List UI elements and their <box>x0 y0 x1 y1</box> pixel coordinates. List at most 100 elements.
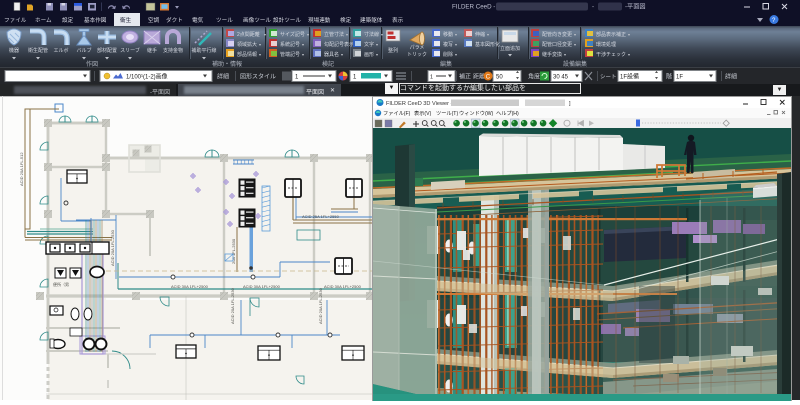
svg-text:20A 1FL-2530: 20A 1FL-2530 <box>231 238 236 264</box>
svg-text:基本作図: 基本作図 <box>84 16 107 24</box>
svg-text:▾: ▾ <box>341 52 343 57</box>
svg-text:▾: ▾ <box>564 52 566 57</box>
svg-text:表示: 表示 <box>392 16 404 24</box>
svg-text:パラメ: パラメ <box>410 45 425 51</box>
svg-text:FILDER CeeD -: FILDER CeeD - <box>452 4 495 11</box>
svg-text:C: C <box>486 74 491 80</box>
svg-text:配管口径変更: 配管口径変更 <box>542 41 572 48</box>
svg-text:▾: ▾ <box>628 32 630 37</box>
svg-text:衛生配管: 衛生配管 <box>28 47 48 54</box>
svg-text:▾: ▾ <box>628 52 630 57</box>
svg-text:▾: ▾ <box>302 52 304 57</box>
svg-text:ツール: ツール <box>216 18 233 24</box>
svg-text:ファイル(F): ファイル(F) <box>383 110 411 117</box>
svg-text:▾: ▾ <box>487 32 489 37</box>
svg-text:ACID 20A 1FL-2530: ACID 20A 1FL-2530 <box>230 287 235 324</box>
svg-text:シート: シート <box>600 75 617 81</box>
svg-text:図形スタイル: 図形スタイル <box>240 73 276 81</box>
svg-text:削除: 削除 <box>443 51 453 58</box>
svg-text:▾: ▾ <box>259 52 261 57</box>
svg-text:補助平行線: 補助平行線 <box>191 47 216 54</box>
svg-text:立管寸法: 立管寸法 <box>324 31 344 38</box>
svg-text:サイズ記号: サイズ記号 <box>280 31 305 38</box>
svg-text:勾配記号表示: 勾配記号表示 <box>324 41 354 48</box>
svg-text:ファイル: ファイル <box>4 17 27 24</box>
svg-text:ACID 30A 1FL+2500: ACID 30A 1FL+2500 <box>243 284 281 289</box>
svg-text:-平面図: -平面図 <box>625 4 646 11</box>
svg-text:▾: ▾ <box>455 52 457 57</box>
svg-text:伸縮: 伸縮 <box>475 31 485 38</box>
svg-text:1/100¹(1-2)画像: 1/100¹(1-2)画像 <box>126 73 168 81</box>
svg-text:30 45: 30 45 <box>553 75 569 81</box>
svg-text:表示(V): 表示(V) <box>414 109 432 117</box>
svg-text:FILDER CeeD 3D Viewer - [: FILDER CeeD 3D Viewer - [ <box>386 101 456 107</box>
svg-text:2点間距離: 2点間距離 <box>237 31 260 38</box>
svg-text:寸法線: 寸法線 <box>364 31 379 38</box>
svg-text:領域拡大: 領域拡大 <box>237 41 257 48</box>
svg-text:ACID 25A 1FL+2550: ACID 25A 1FL+2550 <box>302 214 340 219</box>
svg-text:検定: 検定 <box>340 16 352 24</box>
svg-text:角度: 角度 <box>528 73 540 81</box>
svg-text:▾: ▾ <box>574 42 576 47</box>
svg-text:補正: 補正 <box>459 73 471 81</box>
svg-text:ウィンドウ(W): ウィンドウ(W) <box>459 109 494 117</box>
svg-text:▾: ▾ <box>574 32 576 37</box>
svg-text:画像ツール: 画像ツール <box>243 16 271 24</box>
svg-text:▾: ▾ <box>376 52 378 57</box>
svg-text:空調: 空調 <box>148 16 160 24</box>
svg-text:設計ツール: 設計ツール <box>273 16 301 24</box>
svg-text:▾: ▾ <box>307 32 309 37</box>
svg-text:▾: ▾ <box>376 42 378 47</box>
svg-text:衛生: 衛生 <box>120 16 132 24</box>
svg-text:▾: ▾ <box>381 32 383 37</box>
svg-text:管端記号: 管端記号 <box>280 51 300 58</box>
svg-text:ヘルプ(H): ヘルプ(H) <box>496 110 519 117</box>
svg-text:機器: 機器 <box>9 47 19 54</box>
svg-text:支持金物: 支持金物 <box>163 47 183 54</box>
svg-text:画形: 画形 <box>364 51 374 58</box>
svg-text:ACID 20A 1FL-2530: ACID 20A 1FL-2530 <box>110 229 115 266</box>
svg-text:スリーブ: スリーブ <box>120 47 140 54</box>
svg-text:ACID 20A 1FL-2530: ACID 20A 1FL-2530 <box>318 287 323 324</box>
svg-text:ACID 30A 1FL+2500: ACID 30A 1FL+2500 <box>171 284 209 289</box>
svg-text:干渉チェック: 干渉チェック <box>596 51 626 58</box>
svg-text:1F: 1F <box>676 75 683 81</box>
svg-text:文字: 文字 <box>364 41 374 48</box>
svg-text:ダクト: ダクト <box>166 16 183 24</box>
svg-text:継手変換: 継手変換 <box>542 51 562 58</box>
svg-text:建築躯体: 建築躯体 <box>360 16 383 24</box>
svg-text:50: 50 <box>496 75 503 81</box>
svg-text:部品表示補正: 部品表示補正 <box>596 31 626 38</box>
svg-text:1F設備: 1F設備 <box>620 73 639 81</box>
svg-text:移動: 移動 <box>443 31 453 38</box>
svg-text:-: - <box>592 4 594 11</box>
svg-text:基本図形化: 基本図形化 <box>475 41 500 48</box>
svg-text:バルブ: バルブ <box>76 47 91 54</box>
svg-text:ACID 30A 1FL+2500: ACID 30A 1FL+2500 <box>324 284 362 289</box>
svg-text:立面追加: 立面追加 <box>500 45 520 52</box>
svg-text:距離: 距離 <box>473 73 485 81</box>
svg-text:ホーム: ホーム <box>35 17 52 24</box>
svg-text:便所（男: 便所（男 <box>53 281 69 287</box>
svg-text:設定: 設定 <box>62 16 74 24</box>
svg-text:1: 1 <box>430 75 433 81</box>
svg-text:▾: ▾ <box>346 32 348 37</box>
svg-text:継手: 継手 <box>147 47 157 54</box>
svg-text:系統記号: 系統記号 <box>280 41 300 48</box>
svg-text:詳細: 詳細 <box>217 73 229 81</box>
svg-text:部品情報: 部品情報 <box>237 51 257 58</box>
svg-text:▾: ▾ <box>455 42 457 47</box>
svg-text:]: ] <box>569 101 571 107</box>
svg-text:エルボ: エルボ <box>53 47 68 54</box>
svg-text:現場連動: 現場連動 <box>308 16 331 24</box>
svg-text:部材配置: 部材配置 <box>97 47 117 54</box>
svg-text:器具名: 器具名 <box>324 51 339 58</box>
svg-text:ACID 20A 1FL-512: ACID 20A 1FL-512 <box>19 152 24 186</box>
svg-text:配管向き変更: 配管向き変更 <box>542 31 572 38</box>
svg-text:ツール(T): ツール(T) <box>436 111 458 117</box>
svg-text:階: 階 <box>666 73 672 81</box>
svg-text:▾: ▾ <box>264 32 266 37</box>
svg-text:▾: ▾ <box>259 42 261 47</box>
svg-text:▾: ▾ <box>302 42 304 47</box>
svg-text:▾: ▾ <box>455 32 457 37</box>
